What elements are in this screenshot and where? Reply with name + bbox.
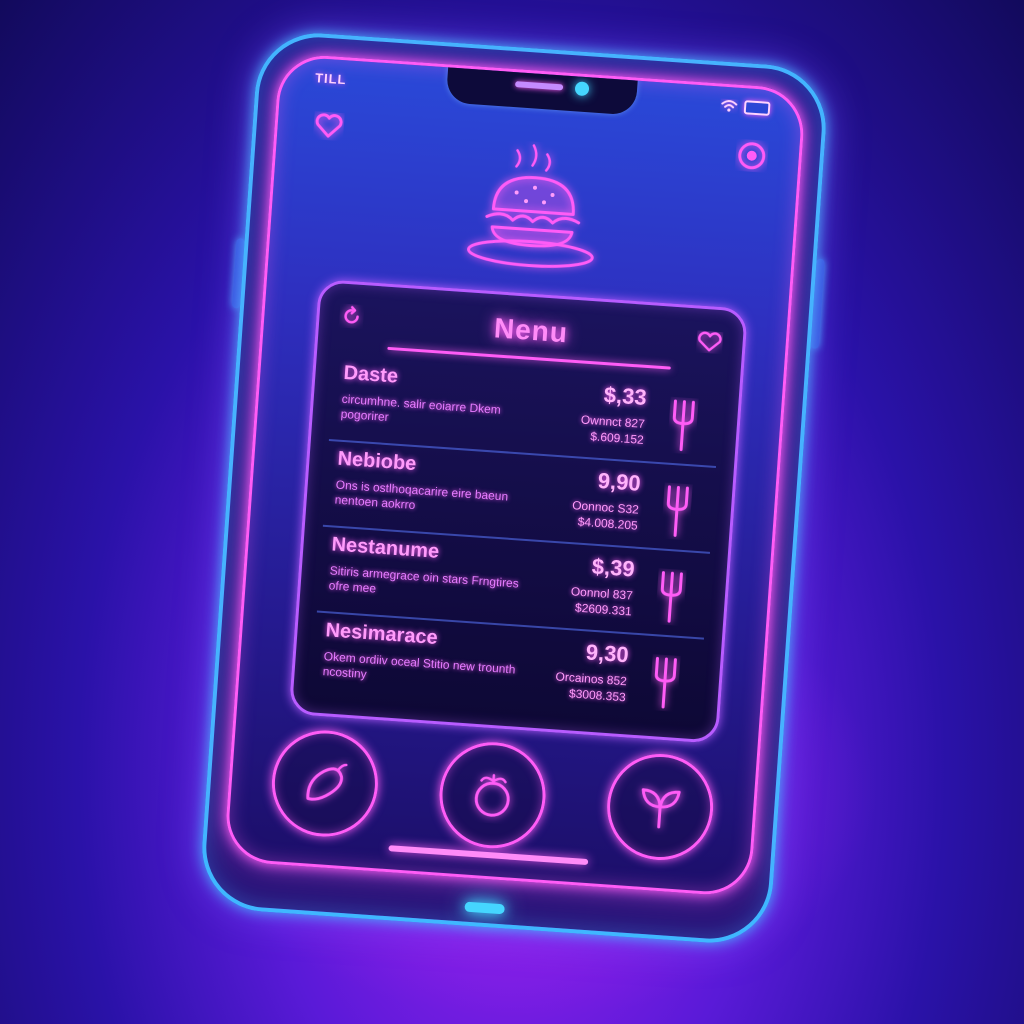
menu-title: Nenu	[493, 312, 570, 349]
screen: TILL Nenu Daste circumhne. salir eoiarre…	[223, 52, 807, 898]
menu-list: Daste circumhne. salir eoiarre Dkem pogo…	[311, 355, 722, 723]
item-sub-text: Orcainos 852	[555, 669, 628, 689]
tomato-icon[interactable]	[435, 738, 550, 852]
battery-icon	[743, 100, 771, 116]
item-name: Nestanume	[330, 533, 440, 563]
front-camera	[574, 81, 590, 97]
item-name: Nesimarace	[324, 619, 439, 650]
item-price: 9,90	[597, 467, 642, 496]
bottom-nav	[258, 726, 727, 868]
wifi-icon	[721, 100, 738, 112]
fork-icon[interactable]	[649, 654, 681, 712]
item-desc: Sitiris armegrace oin stars Frngtires of…	[328, 563, 520, 596]
fork-icon[interactable]	[661, 483, 693, 541]
item-desc: circumhne. salir eoiarre Dkem pogorirer	[340, 391, 502, 425]
fork-icon[interactable]	[667, 397, 699, 455]
item-price: $,39	[591, 553, 636, 582]
item-sub-price: $.609.152	[589, 429, 645, 447]
fork-icon[interactable]	[655, 568, 687, 626]
item-price: $,33	[603, 382, 648, 411]
speaker	[514, 81, 564, 91]
status-text: TILL	[314, 70, 348, 88]
item-sub-price: $2609.331	[574, 600, 633, 619]
item-name: Daste	[342, 361, 399, 388]
menu-header: Nenu	[318, 296, 744, 370]
burger-icon	[449, 136, 618, 287]
favorite-heart-icon[interactable]	[696, 330, 723, 354]
item-sub-price: $3008.353	[568, 686, 627, 705]
heart-icon[interactable]	[311, 108, 347, 144]
camera-lens-icon[interactable]	[734, 138, 770, 174]
item-sub-text: Oonnol 837	[570, 584, 634, 603]
item-desc: Ons is ostlhoqacarire eire baeun nentoen…	[334, 477, 509, 513]
chili-pepper-icon[interactable]	[268, 726, 382, 841]
status-icons	[720, 98, 771, 116]
menu-card: Nenu Daste circumhne. salir eoiarre Dkem…	[288, 278, 749, 744]
item-name: Nebiobe	[336, 447, 418, 476]
item-desc: Okem ordiiv oceal Stitio new trounth nco…	[322, 649, 516, 682]
leaf-icon[interactable]	[603, 750, 717, 864]
phone: TILL Nenu Daste circumhne. salir eoiarre…	[198, 29, 830, 947]
item-sub-price: $4.008.205	[577, 514, 639, 533]
item-price: 9,30	[585, 639, 630, 668]
